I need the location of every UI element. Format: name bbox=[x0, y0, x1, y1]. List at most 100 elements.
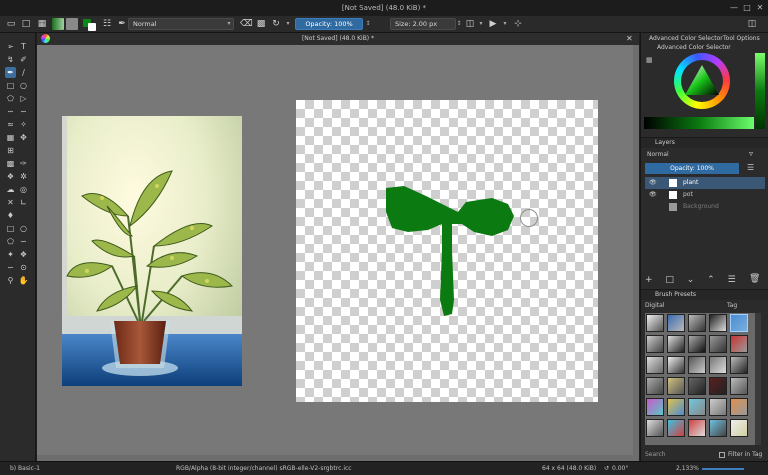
brush-preset[interactable] bbox=[646, 356, 664, 374]
background-color-swatch[interactable] bbox=[88, 23, 96, 31]
layer-item-plant[interactable]: 👁 plant bbox=[645, 177, 765, 189]
maximize-icon[interactable]: □ bbox=[741, 2, 753, 14]
status-zoom[interactable]: 2,133% bbox=[676, 462, 699, 475]
pan-tool-icon[interactable]: ✋ bbox=[18, 275, 29, 286]
dynamic-brush-icon[interactable]: ≈ bbox=[5, 119, 16, 130]
filter-in-tag-checkbox[interactable] bbox=[719, 452, 725, 458]
brush-preset[interactable] bbox=[709, 356, 727, 374]
magnetic-selection-icon[interactable]: ⊙ bbox=[18, 262, 29, 273]
colorize-mask-icon[interactable]: ❖ bbox=[5, 171, 16, 182]
brush-preset[interactable] bbox=[646, 314, 664, 332]
edit-shapes-icon[interactable]: ↯ bbox=[5, 54, 16, 65]
new-document-icon[interactable]: ▭ bbox=[5, 18, 17, 30]
gradient-swatch[interactable] bbox=[52, 18, 64, 30]
brush-preset[interactable] bbox=[688, 377, 706, 395]
freehand-path-icon[interactable]: ∽ bbox=[18, 106, 29, 117]
gradient-tool-icon[interactable]: ▩ bbox=[5, 158, 16, 169]
contiguous-selection-icon[interactable]: ✦ bbox=[5, 249, 16, 260]
brush-preset[interactable] bbox=[709, 335, 727, 353]
fill-tool-icon[interactable]: ☁ bbox=[5, 184, 16, 195]
assistant-tool-icon[interactable]: ✕ bbox=[5, 197, 16, 208]
multibrush-icon[interactable]: ✧ bbox=[18, 119, 29, 130]
brush-grid-scrollbar[interactable] bbox=[755, 313, 761, 445]
brush-settings-icon[interactable]: ☷ bbox=[101, 18, 113, 30]
reference-images-icon[interactable]: ♦ bbox=[5, 210, 16, 221]
bezier-tool-icon[interactable]: ∽ bbox=[5, 106, 16, 117]
delete-layer-icon[interactable]: 🗑 bbox=[749, 274, 761, 286]
layer-actions-bar[interactable]: + □ ⌄ ⌃ ☰ bbox=[645, 274, 765, 286]
brush-preset-selected[interactable] bbox=[730, 314, 748, 332]
layer-blend-select[interactable]: Normal bbox=[645, 149, 705, 160]
brush-preset[interactable] bbox=[688, 314, 706, 332]
settings-icon[interactable]: ▦ bbox=[646, 56, 654, 64]
brush-preset[interactable] bbox=[688, 398, 706, 416]
brush-preset[interactable] bbox=[709, 314, 727, 332]
status-rotation[interactable]: 0.00° bbox=[612, 462, 628, 475]
vertical-scrollbar[interactable] bbox=[633, 45, 639, 461]
ellipse-tool-icon[interactable]: ○ bbox=[18, 80, 29, 91]
close-document-icon[interactable]: ✕ bbox=[626, 33, 636, 45]
brush-preset[interactable] bbox=[667, 398, 685, 416]
similar-selection-icon[interactable]: ❖ bbox=[18, 249, 29, 260]
panel-toggle-icon[interactable]: ◫ bbox=[746, 18, 758, 30]
alpha-lock-icon[interactable]: ▩ bbox=[255, 18, 267, 30]
enclose-fill-icon[interactable]: ◎ bbox=[18, 184, 29, 195]
polygon-tool-icon[interactable]: ⬠ bbox=[5, 93, 16, 104]
layer-item-pot[interactable]: 👁 pot bbox=[645, 189, 765, 201]
brush-preset[interactable] bbox=[646, 377, 664, 395]
wrap-around-icon[interactable]: ⊹ bbox=[512, 18, 524, 30]
brush-preset[interactable] bbox=[688, 356, 706, 374]
brush-preset-icon[interactable]: ✒ bbox=[116, 18, 128, 30]
brush-preset[interactable] bbox=[667, 419, 685, 437]
polygon-selection-icon[interactable]: ⬠ bbox=[5, 236, 16, 247]
rectangle-tool-icon[interactable]: □ bbox=[5, 80, 16, 91]
brush-preset[interactable] bbox=[646, 419, 664, 437]
save-icon[interactable]: ▦ bbox=[36, 18, 48, 30]
brush-preset[interactable] bbox=[667, 335, 685, 353]
open-folder-icon[interactable]: □ bbox=[20, 18, 32, 30]
brush-preset[interactable] bbox=[646, 398, 664, 416]
brush-preset[interactable] bbox=[730, 356, 748, 374]
polyline-tool-icon[interactable]: ▷ bbox=[18, 93, 29, 104]
layer-item-background[interactable]: Background bbox=[645, 201, 765, 213]
brush-preset[interactable] bbox=[730, 419, 748, 437]
visibility-eye-icon[interactable]: 👁 bbox=[649, 189, 657, 201]
color-picker-icon[interactable]: ✑ bbox=[18, 158, 29, 169]
close-icon[interactable]: ✕ bbox=[754, 2, 766, 14]
transform-tool-icon[interactable]: ▦ bbox=[5, 132, 16, 143]
status-brush-name[interactable]: b) Basic-1 bbox=[10, 462, 40, 475]
freehand-selection-icon[interactable]: ∽ bbox=[18, 236, 29, 247]
brush-preset[interactable] bbox=[667, 314, 685, 332]
filter-icon[interactable]: ▿ bbox=[749, 149, 761, 160]
brush-preset[interactable] bbox=[709, 398, 727, 416]
color-wheel[interactable] bbox=[674, 53, 730, 109]
brush-preset[interactable] bbox=[667, 356, 685, 374]
spin-arrows-icon[interactable]: ↕ bbox=[456, 19, 462, 29]
zoom-tool-icon[interactable]: ⚲ bbox=[5, 275, 16, 286]
smart-patch-icon[interactable]: ✲ bbox=[18, 171, 29, 182]
measure-tool-icon[interactable]: ∟ bbox=[18, 197, 29, 208]
brush-tag-filter-select[interactable]: Digital bbox=[645, 301, 709, 311]
brush-search-input[interactable]: Search bbox=[645, 450, 715, 460]
layer-opacity-slider[interactable]: Opacity: 100% bbox=[645, 163, 739, 174]
zoom-slider[interactable] bbox=[702, 468, 744, 470]
calligraphy-icon[interactable]: ✐ bbox=[18, 54, 29, 65]
color-value-strip[interactable] bbox=[755, 53, 765, 129]
color-history-bar[interactable] bbox=[644, 117, 754, 129]
layer-menu-icon[interactable]: ☰ bbox=[747, 163, 761, 174]
text-tool-icon[interactable]: T bbox=[18, 41, 29, 52]
brush-preset[interactable] bbox=[688, 419, 706, 437]
brush-preset[interactable] bbox=[730, 335, 748, 353]
brush-preset[interactable] bbox=[709, 377, 727, 395]
brush-preset[interactable] bbox=[730, 377, 748, 395]
size-slider[interactable]: Size: 2.00 px bbox=[390, 18, 456, 30]
rect-selection-icon[interactable]: □ bbox=[5, 223, 16, 234]
move-tool-icon[interactable]: ✥ bbox=[18, 132, 29, 143]
visibility-eye-icon[interactable]: 👁 bbox=[649, 177, 657, 189]
crop-tool-icon[interactable]: ⊞ bbox=[5, 145, 16, 156]
document-tab[interactable]: [Not Saved] (48.0 KiB) * bbox=[37, 33, 639, 45]
line-tool-icon[interactable]: ∕ bbox=[18, 67, 29, 78]
opacity-slider[interactable]: Opacity: 100% bbox=[295, 18, 363, 30]
brush-preset[interactable] bbox=[667, 377, 685, 395]
brush-preset[interactable] bbox=[709, 419, 727, 437]
